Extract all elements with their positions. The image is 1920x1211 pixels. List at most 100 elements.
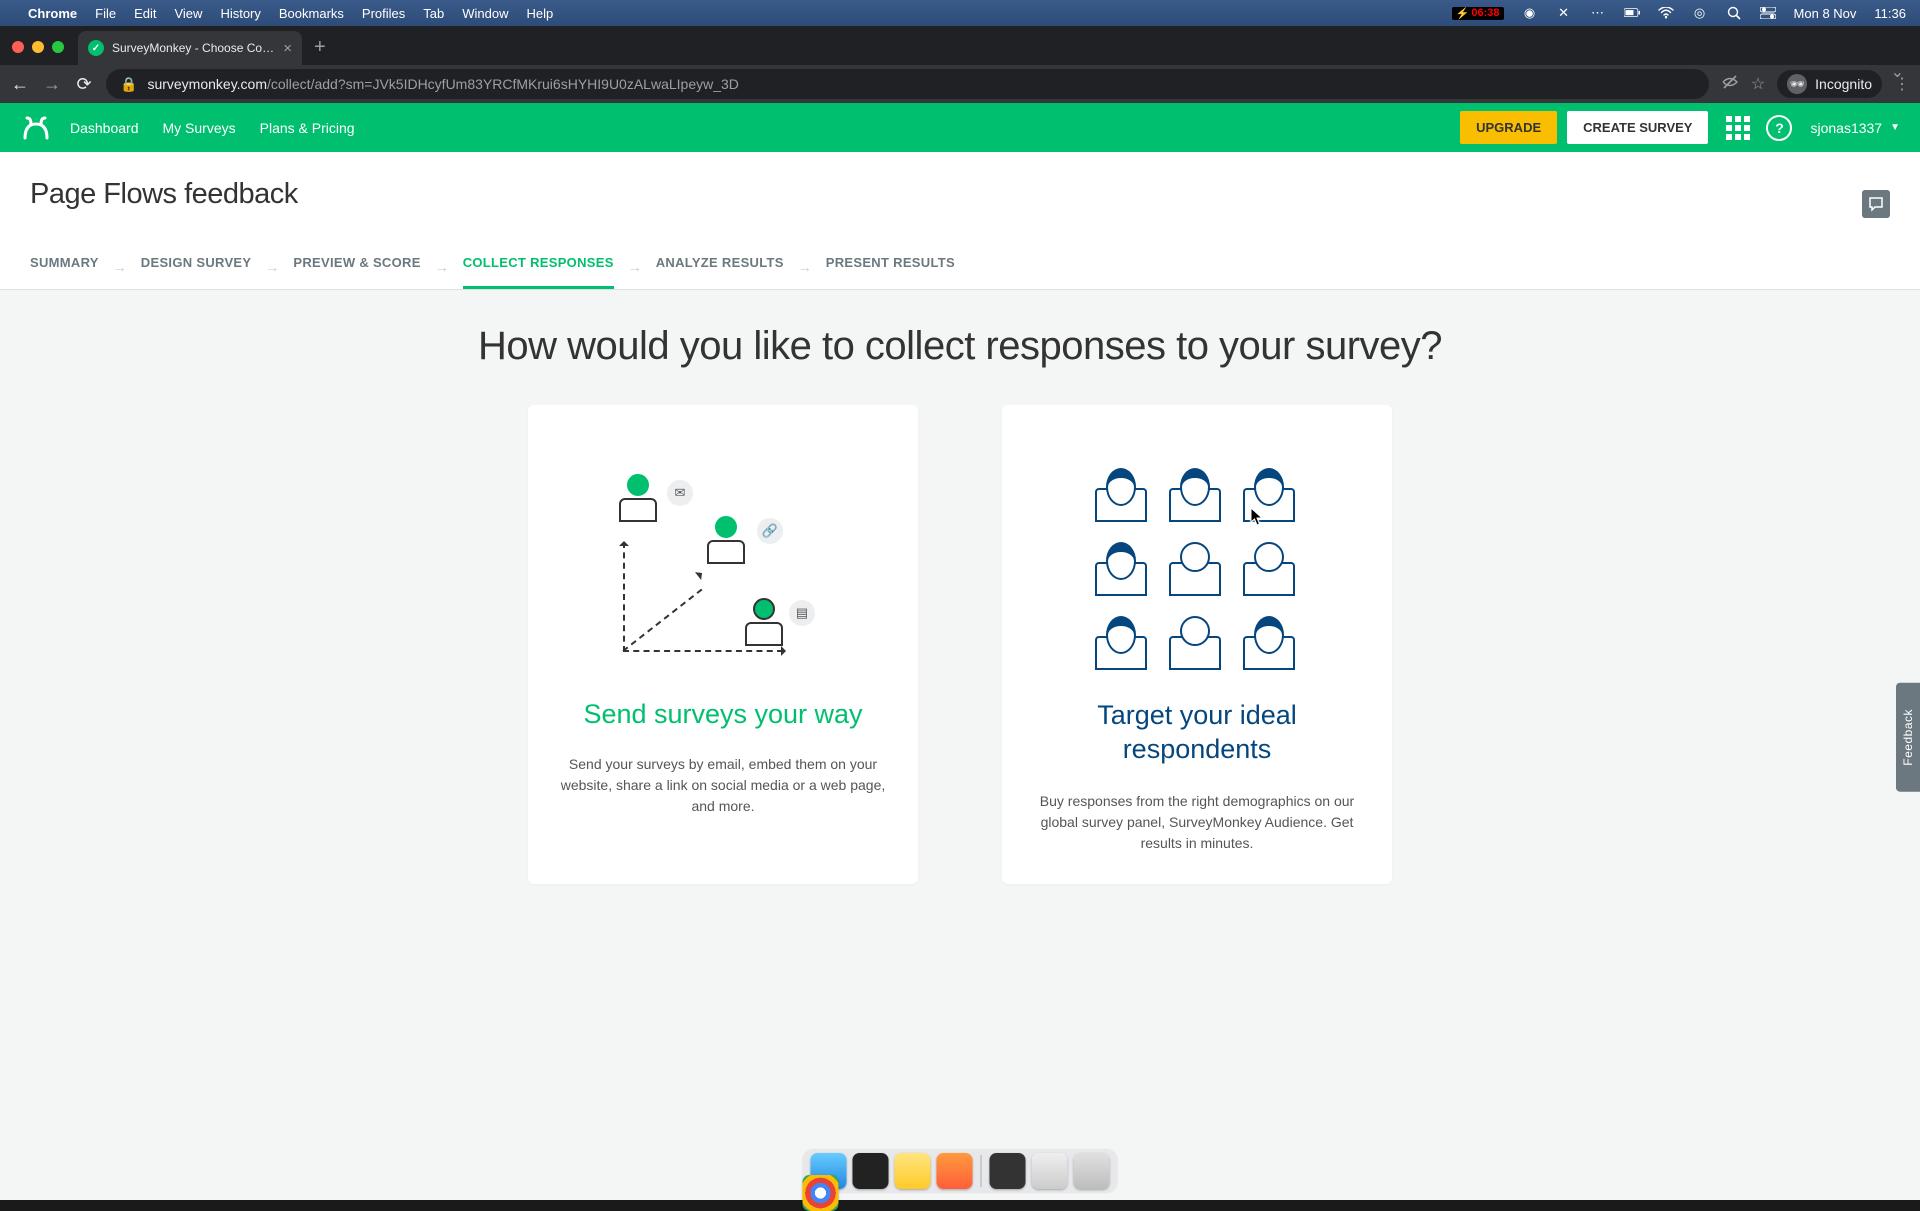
chrome-toolbar: ← → ⟳ 🔒 surveymonkey.com/collect/add?sm=…: [0, 65, 1920, 103]
wifi-icon[interactable]: [1658, 5, 1674, 21]
page-header: Page Flows feedback SUMMARY → DESIGN SUR…: [0, 152, 1920, 290]
step-design[interactable]: DESIGN SURVEY: [141, 245, 252, 289]
step-collect[interactable]: COLLECT RESPONSES: [463, 245, 614, 289]
url-text: surveymonkey.com/collect/add?sm=JVk5IDHc…: [147, 76, 738, 92]
menu-history[interactable]: History: [220, 6, 260, 21]
user-switch-icon[interactable]: ◎: [1692, 5, 1708, 21]
browser-tab[interactable]: ✓ SurveyMonkey - Choose Collec ×: [78, 31, 302, 65]
survey-title: Page Flows feedback: [30, 178, 1890, 211]
incognito-badge[interactable]: 🕶 Incognito: [1777, 70, 1882, 98]
dock-app[interactable]: [1032, 1153, 1068, 1189]
window-minimize-button[interactable]: [32, 41, 44, 53]
nav-dashboard[interactable]: Dashboard: [70, 120, 139, 136]
tab-title: SurveyMonkey - Choose Collec: [112, 41, 275, 55]
feedback-tab[interactable]: Feedback: [1896, 683, 1920, 792]
main-content: How would you like to collect responses …: [0, 290, 1920, 884]
menu-profiles[interactable]: Profiles: [362, 6, 405, 21]
email-icon: ✉: [667, 480, 693, 506]
embed-icon: ▤: [789, 600, 815, 626]
help-icon[interactable]: ?: [1766, 115, 1792, 141]
person-icon: [617, 474, 659, 522]
chrome-window: ✓ SurveyMonkey - Choose Collec × + ⌄ ← →…: [0, 26, 1920, 1200]
person-icon: [743, 598, 785, 646]
app-grid-icon[interactable]: [1726, 116, 1750, 140]
menu-tab[interactable]: Tab: [423, 6, 444, 21]
person-icon: [1095, 488, 1147, 522]
eye-off-icon[interactable]: [1721, 73, 1739, 96]
card-title: Target your ideal respondents: [1032, 699, 1362, 767]
upgrade-button[interactable]: UPGRADE: [1460, 111, 1557, 144]
card-title: Send surveys your way: [558, 699, 888, 730]
site-navbar: Dashboard My Surveys Plans & Pricing UPG…: [0, 103, 1920, 152]
page-heading: How would you like to collect responses …: [0, 324, 1920, 369]
dock-terminal[interactable]: [853, 1153, 889, 1189]
card-body: Buy responses from the right demographic…: [1032, 791, 1362, 854]
menu-file[interactable]: File: [95, 6, 116, 21]
nav-my-surveys[interactable]: My Surveys: [163, 120, 236, 136]
surveymonkey-logo[interactable]: [20, 112, 52, 144]
username-label: sjonas1337: [1810, 120, 1882, 136]
status-icon-1[interactable]: ◉: [1522, 5, 1538, 21]
user-menu[interactable]: sjonas1337 ▼: [1810, 120, 1900, 136]
menubar-date[interactable]: Mon 8 Nov: [1794, 6, 1857, 21]
dock-app-bolt[interactable]: [937, 1153, 973, 1189]
workflow-steps: SUMMARY → DESIGN SURVEY → PREVIEW & SCOR…: [30, 245, 1890, 289]
step-summary[interactable]: SUMMARY: [30, 245, 99, 289]
person-icon: [705, 516, 747, 564]
dock-notes[interactable]: [895, 1153, 931, 1189]
menu-window[interactable]: Window: [462, 6, 508, 21]
card-target-respondents[interactable]: Target your ideal respondents Buy respon…: [1002, 405, 1392, 884]
macos-dock: [802, 1148, 1119, 1194]
step-preview[interactable]: PREVIEW & SCORE: [293, 245, 420, 289]
menu-app[interactable]: Chrome: [28, 6, 77, 21]
menu-help[interactable]: Help: [527, 6, 554, 21]
dock-screenshot[interactable]: [990, 1153, 1026, 1189]
spotlight-icon[interactable]: [1726, 5, 1742, 21]
step-arrow-icon: →: [113, 259, 127, 275]
window-zoom-button[interactable]: [52, 41, 64, 53]
tabs-dropdown-icon[interactable]: ⌄: [1891, 62, 1904, 82]
card-body: Send your surveys by email, embed them o…: [558, 754, 888, 817]
nav-plans-pricing[interactable]: Plans & Pricing: [260, 120, 355, 136]
new-tab-button[interactable]: +: [314, 36, 326, 59]
menu-bookmarks[interactable]: Bookmarks: [279, 6, 344, 21]
lock-icon: 🔒: [120, 76, 137, 93]
send-illustration: ✉ 🔗 ▤: [558, 465, 888, 675]
menubar-time[interactable]: 11:36: [1874, 6, 1906, 21]
macos-menubar: Chrome File Edit View History Bookmarks …: [0, 0, 1920, 26]
step-arrow-icon: →: [435, 259, 449, 275]
menu-view[interactable]: View: [174, 6, 202, 21]
step-present[interactable]: PRESENT RESULTS: [826, 245, 955, 289]
dock-separator: [981, 1155, 982, 1187]
window-controls: [12, 41, 64, 53]
step-arrow-icon: →: [798, 259, 812, 275]
chrome-tabstrip: ✓ SurveyMonkey - Choose Collec × + ⌄: [0, 26, 1920, 65]
person-icon: [1243, 488, 1295, 522]
card-send-your-way[interactable]: ✉ 🔗 ▤ Send surveys your way Send your su…: [528, 405, 918, 884]
comments-button[interactable]: [1862, 190, 1890, 218]
window-close-button[interactable]: [12, 41, 24, 53]
address-bar[interactable]: 🔒 surveymonkey.com/collect/add?sm=JVk5ID…: [106, 69, 1709, 99]
dock-chrome[interactable]: [803, 1175, 839, 1211]
step-analyze[interactable]: ANALYZE RESULTS: [656, 245, 784, 289]
battery-timer-indicator[interactable]: ⚡06:38: [1452, 7, 1504, 20]
page-viewport: Dashboard My Surveys Plans & Pricing UPG…: [0, 103, 1920, 1200]
nav-forward-button[interactable]: →: [42, 74, 62, 95]
status-icon-3[interactable]: ⋯: [1590, 5, 1606, 21]
nav-back-button[interactable]: ←: [10, 74, 30, 95]
tab-close-icon[interactable]: ×: [283, 40, 292, 57]
chevron-down-icon: ▼: [1890, 122, 1900, 133]
step-arrow-icon: →: [265, 259, 279, 275]
create-survey-button[interactable]: CREATE SURVEY: [1567, 111, 1708, 144]
status-icon-2[interactable]: ✕: [1556, 5, 1572, 21]
person-icon: [1169, 562, 1221, 596]
dock-trash[interactable]: [1074, 1153, 1110, 1189]
nav-reload-button[interactable]: ⟳: [74, 74, 94, 95]
menu-edit[interactable]: Edit: [134, 6, 156, 21]
battery-icon[interactable]: [1624, 5, 1640, 21]
bookmark-star-icon[interactable]: ☆: [1751, 74, 1765, 94]
person-icon: [1095, 636, 1147, 670]
control-center-icon[interactable]: [1760, 5, 1776, 21]
person-icon: [1243, 636, 1295, 670]
person-icon: [1169, 636, 1221, 670]
